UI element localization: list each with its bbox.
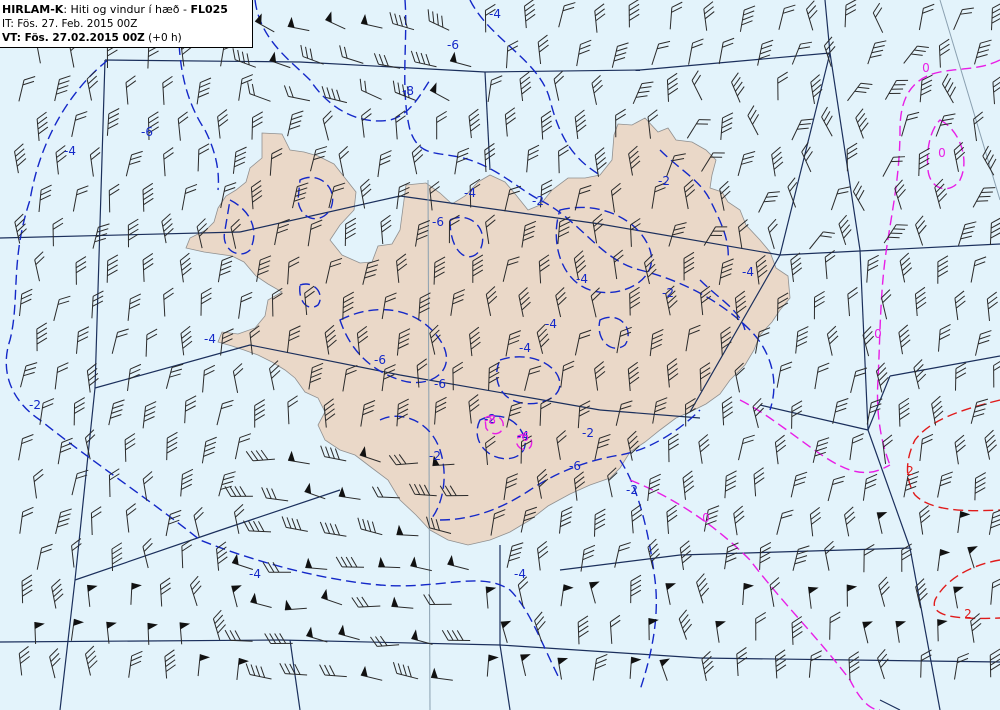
contour-label: -6 bbox=[374, 353, 386, 367]
contour-label: -4 bbox=[464, 186, 476, 200]
contour-label: 2 bbox=[964, 607, 972, 621]
contour-label: 0 bbox=[702, 511, 710, 525]
contour-label: -6 bbox=[569, 459, 581, 473]
legend-title: : Hiti og vindur í hæð - bbox=[63, 3, 191, 16]
legend-valid-time-row: VT: Fös. 27.02.2015 00Z (+0 h) bbox=[2, 31, 252, 45]
contour-label: -8 bbox=[402, 84, 414, 98]
contour-label: -4 bbox=[64, 144, 76, 158]
contour-label: -2 bbox=[658, 174, 670, 188]
contour-label: -4 bbox=[742, 265, 754, 279]
contour-label: -2 bbox=[582, 426, 594, 440]
contour-label: -8 bbox=[484, 413, 496, 427]
contour-label: -4 bbox=[519, 341, 531, 355]
weather-map: -4 -6 -8 -6 -4 -4 -6 -4 -2 -2 -4 -2 -4 -6 -6 -4 -2 -4 -2 -2… bbox=[0, 0, 1000, 710]
contour-label: -2 bbox=[662, 286, 674, 300]
contour-label: -4 bbox=[514, 567, 526, 581]
contour-label: -6 bbox=[447, 38, 459, 52]
contour-label: -4 bbox=[576, 272, 588, 286]
contour-label: -4 bbox=[204, 332, 216, 346]
contour-label: -2 bbox=[29, 398, 41, 412]
legend-title-row: HIRLAM-K: Hiti og vindur í hæð - FL025 bbox=[2, 3, 252, 17]
contour-label: -6 bbox=[141, 125, 153, 139]
contour-label: -6 bbox=[517, 430, 529, 444]
legend-it-value: Fös. 27. Feb. 2015 00Z bbox=[17, 18, 138, 30]
legend-vt-label: VT: bbox=[2, 32, 25, 44]
map-legend: HIRLAM-K: Hiti og vindur í hæð - FL025 I… bbox=[0, 0, 253, 48]
legend-it-label: IT: bbox=[2, 18, 18, 30]
legend-issue-time-row: IT: Fös. 27. Feb. 2015 00Z bbox=[2, 17, 252, 31]
legend-vt-offset: (+0 h) bbox=[144, 32, 182, 44]
legend-level: FL025 bbox=[190, 3, 228, 16]
contour-label: -4 bbox=[249, 567, 261, 581]
contour-label: 0 bbox=[938, 146, 946, 160]
contour-label: -2 bbox=[626, 483, 638, 497]
contour-label: -6 bbox=[434, 377, 446, 391]
contour-label: 0 bbox=[922, 61, 930, 75]
contour-label: -4 bbox=[489, 7, 501, 21]
contour-label: 0 bbox=[874, 327, 882, 341]
contour-label: 2 bbox=[906, 464, 914, 478]
contour-label: -2 bbox=[532, 194, 544, 208]
legend-model: HIRLAM-K bbox=[2, 3, 64, 16]
contour-label: -2 bbox=[429, 449, 441, 463]
contour-label: -6 bbox=[432, 215, 444, 229]
contour-label: -4 bbox=[545, 317, 557, 331]
legend-vt-value: Fös. 27.02.2015 00Z bbox=[24, 32, 145, 44]
